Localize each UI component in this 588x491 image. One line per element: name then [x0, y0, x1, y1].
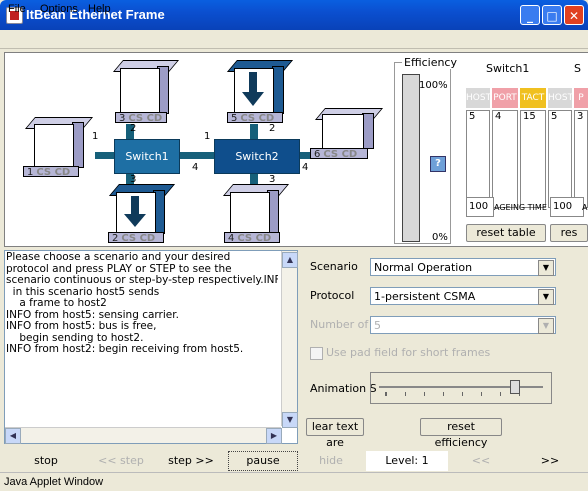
switch1[interactable]: Switch1	[114, 139, 180, 174]
port-label: 4	[192, 162, 199, 173]
chevron-down-icon: ▼	[538, 318, 554, 334]
chevron-down-icon: ▼	[538, 260, 554, 276]
scenario-value: Normal Operation	[374, 261, 473, 274]
table-cell: 15	[520, 110, 546, 208]
switch2[interactable]: Switch2	[214, 139, 300, 174]
host-label: 6	[314, 149, 321, 160]
port-label: 1	[204, 131, 211, 142]
col-header-host-2: HOST	[548, 88, 573, 108]
host-label: 4	[228, 233, 235, 244]
ageing-time-label: AGEING TIME	[494, 203, 547, 212]
scroll-right-icon[interactable]: ▶	[266, 428, 282, 444]
stop-button[interactable]: stop	[6, 451, 86, 471]
pad-field-checkbox	[310, 347, 323, 360]
pad-field-label: Use pad field for short frames	[326, 346, 491, 359]
scroll-left-icon[interactable]: ◀	[5, 428, 21, 444]
horizontal-scrollbar[interactable]	[5, 427, 281, 443]
host-cd-label: CS CD	[128, 113, 163, 124]
reset-efficiency-button[interactable]: reset efficiency	[420, 418, 502, 449]
efficiency-max-label: 100%	[419, 80, 448, 91]
col-header-tact: TACT	[520, 88, 546, 108]
arrow-down-icon	[124, 196, 146, 227]
next-level-button[interactable]: >>	[514, 451, 586, 471]
status-text: Java Applet Window	[4, 476, 104, 488]
efficiency-title: Efficiency	[402, 56, 459, 69]
menu-options[interactable]: Options	[40, 3, 78, 15]
ageing-time-input[interactable]: 100	[466, 197, 494, 217]
col-header-port-2: P	[574, 88, 588, 108]
col-header-host: HOST	[466, 88, 491, 108]
log-text: Please choose a scenario and your desire…	[6, 252, 278, 355]
number-label: Number of	[310, 318, 369, 331]
link-host5	[250, 124, 258, 140]
host-label: 2	[112, 233, 119, 244]
scroll-down-icon[interactable]: ▼	[282, 412, 298, 428]
link-switches	[178, 152, 216, 159]
slider-thumb[interactable]	[510, 380, 521, 394]
menu-bar	[0, 30, 588, 49]
host-label: 3	[119, 113, 126, 124]
help-button[interactable]: ?	[430, 156, 446, 172]
port-label: 2	[130, 123, 137, 134]
hide-button: hide	[319, 454, 343, 467]
prev-level-button: <<	[471, 454, 491, 467]
step-forward-button[interactable]: step >>	[156, 451, 226, 471]
ageing-time-label-2: A	[582, 203, 588, 212]
ageing-time-input-2[interactable]: 100	[550, 197, 584, 217]
menu-file[interactable]: File	[8, 3, 26, 15]
reset-table-button[interactable]: reset table	[466, 224, 546, 242]
close-button[interactable]: ✕	[564, 5, 584, 25]
table-cell: 4	[492, 110, 518, 208]
arrow-down-icon	[242, 72, 264, 106]
col-header-port: PORT	[492, 88, 518, 108]
maximize-button[interactable]: □	[542, 5, 562, 25]
pause-button[interactable]: pause	[228, 451, 298, 471]
port-label: 2	[269, 123, 276, 134]
host-cd-label: CS CD	[36, 167, 71, 178]
animation-speed-slider[interactable]	[370, 372, 552, 404]
host-cd-label: CS CD	[121, 233, 156, 244]
host-label: 1	[27, 167, 34, 178]
efficiency-min-label: 0%	[432, 232, 448, 243]
table-cell: 3	[574, 110, 588, 208]
step-back-button: << step	[98, 454, 144, 467]
chevron-down-icon: ▼	[538, 289, 554, 305]
number-select: 5 ▼	[370, 316, 556, 334]
protocol-select[interactable]: 1-persistent CSMA ▼	[370, 287, 556, 305]
table-cell: 5	[548, 110, 572, 208]
level-indicator: Level: 1	[366, 451, 448, 471]
host-cd-label: CS CD	[323, 149, 358, 160]
scenario-select[interactable]: Normal Operation ▼	[370, 258, 556, 276]
vertical-scrollbar[interactable]	[281, 251, 297, 426]
host-cd-label: CS CD	[237, 233, 272, 244]
scroll-up-icon[interactable]: ▲	[282, 252, 298, 268]
port-label: 4	[302, 162, 309, 173]
reset-table-button-2[interactable]: res	[550, 224, 588, 242]
efficiency-gauge	[402, 74, 420, 242]
minimize-button[interactable]: _	[520, 5, 540, 25]
host-label: 5	[231, 113, 238, 124]
table-cell: 5	[466, 110, 490, 208]
menu-help[interactable]: Help	[88, 3, 111, 15]
number-value: 5	[374, 319, 381, 332]
switch-table-title-2: S	[574, 62, 581, 75]
scenario-label: Scenario	[310, 260, 358, 273]
animation-speed-label: Animation S	[310, 382, 377, 395]
protocol-value: 1-persistent CSMA	[374, 290, 476, 303]
protocol-label: Protocol	[310, 289, 355, 302]
clear-text-button[interactable]: lear text are	[306, 418, 364, 449]
port-label: 1	[92, 131, 99, 142]
host-cd-label: CS CD	[240, 113, 275, 124]
switch-table-title: Switch1	[486, 62, 530, 75]
